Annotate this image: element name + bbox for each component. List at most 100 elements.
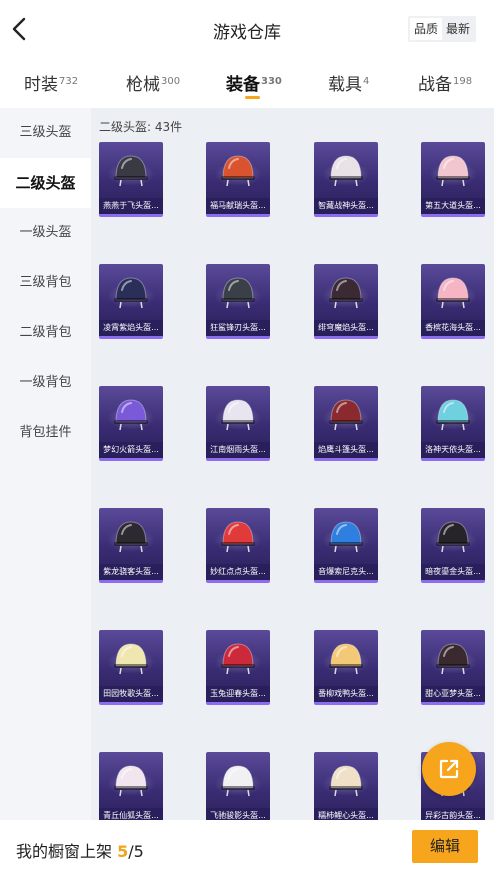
item-card[interactable]: 智藏战神头盔... <box>314 142 378 217</box>
tab-count: 198 <box>453 76 473 87</box>
item-card[interactable]: 凌霄紫焰头盔... <box>99 264 163 339</box>
item-card[interactable]: 音爆索尼克头... <box>314 508 378 583</box>
item-card[interactable]: 第五大道头盔... <box>421 142 485 217</box>
item-card[interactable]: 青丘仙狐头盔... <box>99 752 163 820</box>
item-card[interactable]: 甜心亚梦头盔... <box>421 630 485 705</box>
item-count-label: 二级头盔: 43件 <box>99 120 183 134</box>
helmet-icon <box>114 155 148 187</box>
item-name: 燕燕于飞头盔... <box>99 198 163 214</box>
sort-latest-option[interactable]: 最新 <box>442 18 474 40</box>
showcase-label: 我的橱窗上架 <box>16 842 113 861</box>
helmet-icon <box>221 155 255 187</box>
sidebar: 三级头盔 二级头盔 一级头盔 三级背包 二级背包 一级背包 背包挂件 <box>0 108 91 820</box>
item-card[interactable]: 焰鹰斗篷头盔... <box>314 386 378 461</box>
item-name: 香槟花海头盔... <box>421 320 485 336</box>
item-name: 江南烟雨头盔... <box>206 442 270 458</box>
item-name: 紫龙骁客头盔... <box>99 564 163 580</box>
item-name: 狂鲨锋刃头盔... <box>206 320 270 336</box>
item-name: 洛神天依头盔... <box>421 442 485 458</box>
showcase-status: 我的橱窗上架 5/5 <box>16 838 144 862</box>
item-card[interactable]: 洛神天依头盔... <box>421 386 485 461</box>
item-card[interactable]: 香槟花海头盔... <box>421 264 485 339</box>
item-name: 飞驰骏影头盔... <box>206 808 270 820</box>
helmet-icon <box>329 155 363 187</box>
share-button[interactable] <box>422 742 476 796</box>
item-card[interactable]: 紫龙骁客头盔... <box>99 508 163 583</box>
share-external-icon <box>439 759 459 779</box>
item-name: 青丘仙狐头盔... <box>99 808 163 820</box>
tab-vehicles[interactable]: 载具4 <box>328 70 369 95</box>
sort-toggle: 品质 最新 <box>407 16 476 42</box>
item-card[interactable]: 福马献瑞头盔... <box>206 142 270 217</box>
helmet-icon <box>114 765 148 797</box>
showcase-total-count: /5 <box>128 842 144 861</box>
helmet-icon <box>329 643 363 675</box>
edit-button[interactable]: 编辑 <box>412 830 478 863</box>
sidebar-item-level1-helmet[interactable]: 一级头盔 <box>0 208 91 258</box>
showcase-current-count: 5 <box>117 842 129 861</box>
item-card[interactable]: 飞驰骏影头盔... <box>206 752 270 820</box>
tab-count: 732 <box>59 76 79 87</box>
item-name: 暗夜鎏金头盔... <box>421 564 485 580</box>
helmet-icon <box>436 643 470 675</box>
helmet-icon <box>221 399 255 431</box>
helmet-icon <box>329 399 363 431</box>
tab-count: 330 <box>261 76 282 87</box>
item-card[interactable]: 糯柿鲤心头盔... <box>314 752 378 820</box>
item-card[interactable]: 绯穹魔焰头盔... <box>314 264 378 339</box>
item-card[interactable]: 狂鲨锋刃头盔... <box>206 264 270 339</box>
tab-equipment[interactable]: 装备330 <box>226 70 282 95</box>
category-tabs: 时装732 枪械300 装备330 载具4 战备198 <box>0 58 494 108</box>
item-name: 绯穹魔焰头盔... <box>314 320 378 336</box>
item-card[interactable]: 妙红点点头盔... <box>206 508 270 583</box>
tab-supplies[interactable]: 战备198 <box>418 70 472 95</box>
item-name: 第五大道头盔... <box>421 198 485 214</box>
helmet-icon <box>436 155 470 187</box>
item-card[interactable]: 玉兔迎春头盔... <box>206 630 270 705</box>
item-card[interactable]: 江南烟雨头盔... <box>206 386 270 461</box>
tab-count: 300 <box>161 76 181 87</box>
item-card[interactable]: 燕燕于飞头盔... <box>99 142 163 217</box>
item-name: 田园牧歌头盔... <box>99 686 163 702</box>
item-name: 糯柿鲤心头盔... <box>314 808 378 820</box>
sidebar-item-level1-backpack[interactable]: 一级背包 <box>0 358 91 408</box>
helmet-icon <box>114 399 148 431</box>
helmet-icon <box>436 521 470 553</box>
item-panel: 二级头盔: 43件 燕燕于飞头盔... 福马献瑞头盔... 智藏战神头盔... 第五大… <box>91 108 494 820</box>
tab-count: 4 <box>363 76 370 87</box>
item-name: 异彩古韵头盔... <box>421 808 485 820</box>
sidebar-item-level3-helmet[interactable]: 三级头盔 <box>0 108 91 158</box>
item-name: 凌霄紫焰头盔... <box>99 320 163 336</box>
item-name: 音爆索尼克头... <box>314 564 378 580</box>
item-name: 梦幻火箭头盔... <box>99 442 163 458</box>
helmet-icon <box>221 521 255 553</box>
helmet-icon <box>436 399 470 431</box>
top-bar: 游戏仓库 品质 最新 <box>0 0 494 58</box>
sidebar-item-level2-helmet[interactable]: 二级头盔 <box>0 158 91 208</box>
item-card[interactable]: 番柳戏鸭头盔... <box>314 630 378 705</box>
helmet-icon <box>329 765 363 797</box>
item-card[interactable]: 梦幻火箭头盔... <box>99 386 163 461</box>
helmet-icon <box>221 765 255 797</box>
helmet-icon <box>221 643 255 675</box>
helmet-icon <box>329 521 363 553</box>
sort-quality-option[interactable]: 品质 <box>409 18 442 40</box>
item-name: 番柳戏鸭头盔... <box>314 686 378 702</box>
tab-guns[interactable]: 枪械300 <box>126 70 180 95</box>
item-card[interactable]: 暗夜鎏金头盔... <box>421 508 485 583</box>
helmet-icon <box>329 277 363 309</box>
helmet-icon <box>114 521 148 553</box>
helmet-icon <box>114 277 148 309</box>
sidebar-item-backpack-charm[interactable]: 背包挂件 <box>0 408 91 458</box>
item-name: 甜心亚梦头盔... <box>421 686 485 702</box>
item-card[interactable]: 田园牧歌头盔... <box>99 630 163 705</box>
active-tab-indicator <box>245 96 260 99</box>
helmet-icon <box>221 277 255 309</box>
tab-fashion[interactable]: 时装732 <box>24 70 78 95</box>
helmet-icon <box>114 643 148 675</box>
item-name: 玉兔迎春头盔... <box>206 686 270 702</box>
bottom-bar: 我的橱窗上架 5/5 编辑 <box>0 820 494 875</box>
sidebar-item-level3-backpack[interactable]: 三级背包 <box>0 258 91 308</box>
sidebar-item-level2-backpack[interactable]: 二级背包 <box>0 308 91 358</box>
item-name: 福马献瑞头盔... <box>206 198 270 214</box>
